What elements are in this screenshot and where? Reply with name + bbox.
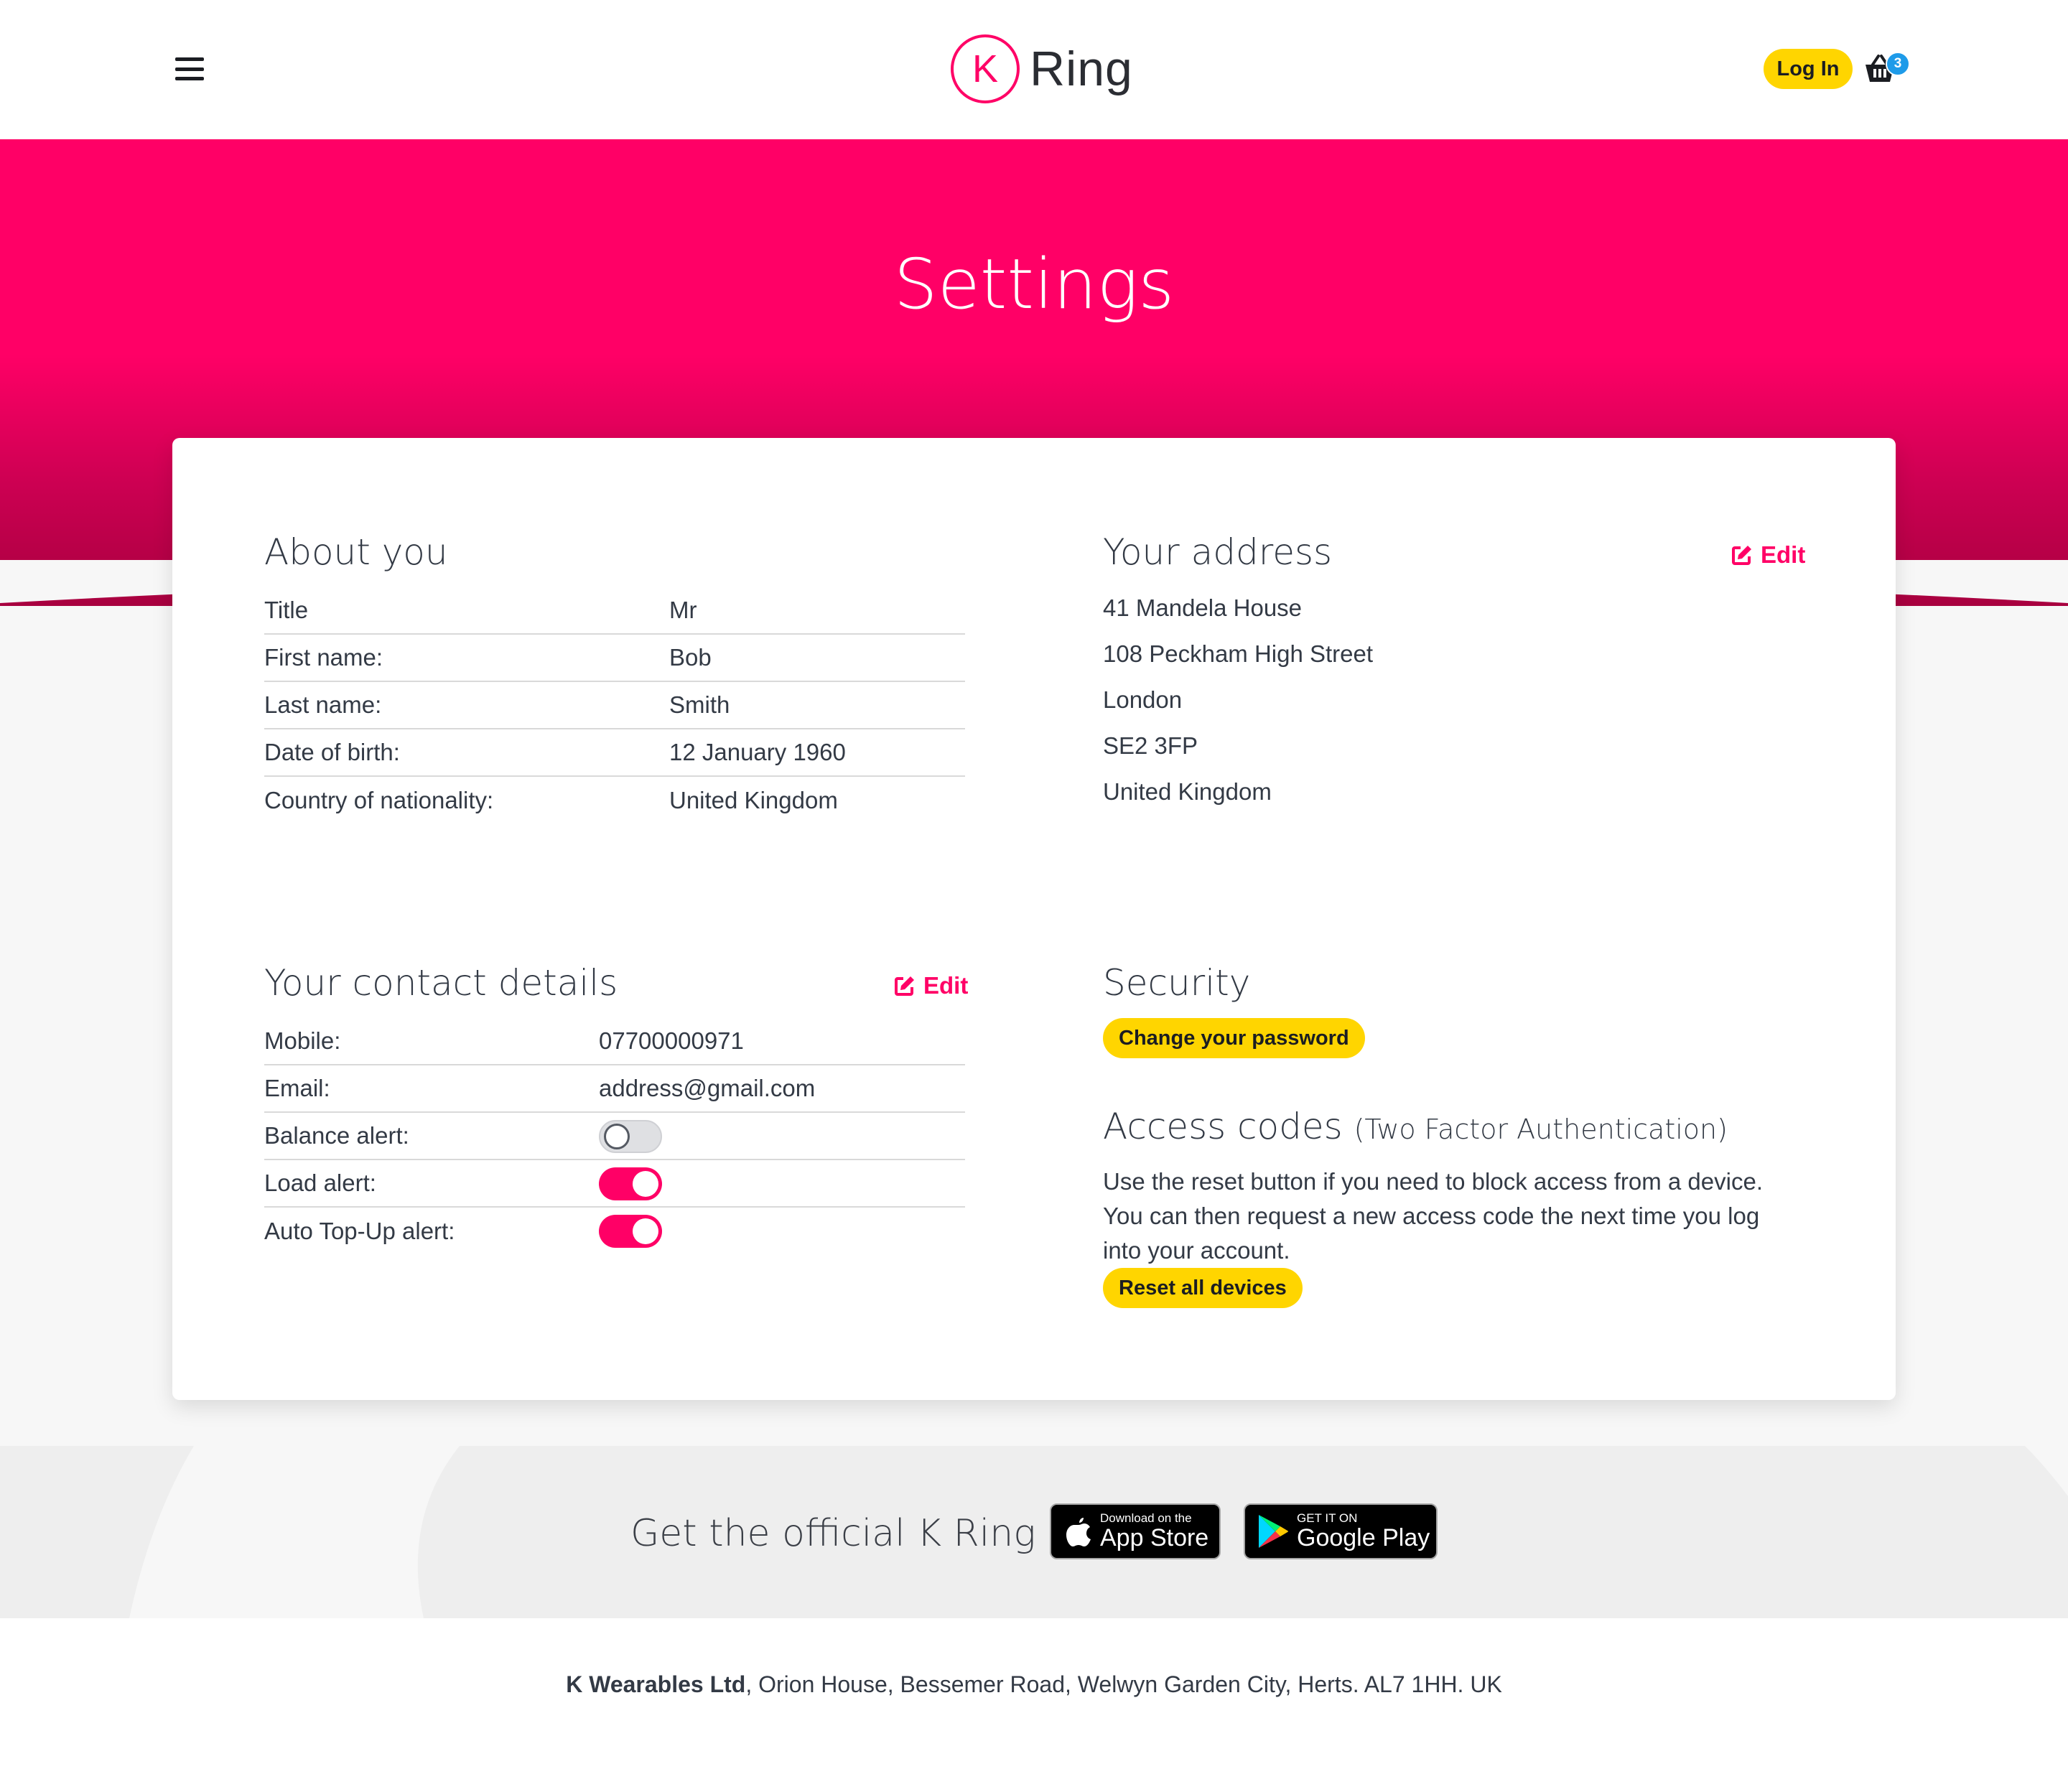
google-play-big-text: Google Play: [1297, 1524, 1430, 1551]
address-edit-link[interactable]: Edit: [1731, 541, 1805, 569]
row-value: Smith: [669, 691, 730, 718]
google-play-badge[interactable]: GET IT ON Google Play: [1244, 1503, 1438, 1559]
row-label: Email:: [264, 1075, 330, 1101]
table-row: Balance alert:: [264, 1113, 965, 1160]
hamburger-menu-icon[interactable]: [175, 57, 204, 80]
row-label: First name:: [264, 644, 383, 671]
google-play-small-text: GET IT ON: [1297, 1511, 1358, 1525]
address-line: 41 Mandela House: [1103, 594, 1303, 621]
contact-details-heading: Your contact details: [264, 962, 618, 1004]
access-codes-subtitle: (Two Factor Authentication): [1354, 1114, 1728, 1145]
app-store-small-text: Download on the: [1100, 1511, 1192, 1525]
app-store-big-text: App Store: [1100, 1524, 1209, 1551]
your-address-heading: Your address: [1103, 531, 1333, 573]
mobile-value: 07700000971: [599, 1027, 744, 1054]
table-row: Email: address@gmail.com: [264, 1065, 965, 1113]
access-codes-heading: Access codes (Two Factor Authentication): [1103, 1106, 1728, 1147]
site-footer: K Wearables Ltd, Orion House, Bessemer R…: [0, 1618, 2068, 1792]
row-label: Balance alert:: [264, 1122, 409, 1149]
row-value: 12 January 1960: [669, 739, 846, 765]
table-row: Load alert:: [264, 1160, 965, 1208]
address-line: London: [1103, 686, 1183, 713]
change-password-button[interactable]: Change your password: [1103, 1018, 1365, 1058]
balance-alert-toggle[interactable]: [599, 1120, 662, 1153]
reset-all-devices-button[interactable]: Reset all devices: [1103, 1268, 1303, 1308]
app-download-bar: Get the official K Ring app Download on …: [0, 1446, 2068, 1618]
access-codes-description: Use the reset button if you need to bloc…: [1103, 1168, 1763, 1264]
contact-details-table: Mobile: 07700000971 Email: address@gmail…: [264, 1018, 965, 1255]
login-button[interactable]: Log In: [1764, 49, 1853, 89]
footer-company-address: , Orion House, Bessemer Road, Welwyn Gar…: [745, 1671, 1502, 1697]
email-value: address@gmail.com: [599, 1075, 816, 1101]
contact-edit-link[interactable]: Edit: [893, 972, 968, 999]
row-label: Title: [264, 597, 309, 623]
row-value: United Kingdom: [669, 787, 838, 813]
logo-text: Ring: [1030, 42, 1133, 96]
row-label: Auto Top-Up alert:: [264, 1218, 455, 1244]
about-you-table: Title Mr First name: Bob Last name: Smit…: [264, 587, 965, 824]
footer-address: K Wearables Ltd, Orion House, Bessemer R…: [0, 1671, 2068, 1698]
row-label: Last name:: [264, 691, 382, 718]
row-value: Mr: [669, 597, 697, 623]
table-row: Title Mr: [264, 587, 965, 635]
app-store-badge[interactable]: Download on the App Store: [1050, 1503, 1221, 1559]
row-label: Country of nationality:: [264, 787, 494, 813]
auto-top-up-alert-toggle[interactable]: [599, 1215, 662, 1248]
table-row: Country of nationality: United Kingdom: [264, 777, 965, 824]
cart-count-badge: 3: [1886, 52, 1910, 76]
edit-icon: [1732, 546, 1751, 565]
load-alert-toggle[interactable]: [599, 1167, 662, 1200]
address-line: SE2 3FP: [1103, 732, 1198, 759]
settings-card: About you Title Mr First name: Bob Last …: [172, 438, 1896, 1400]
table-row: Last name: Smith: [264, 682, 965, 729]
table-row: Auto Top-Up alert:: [264, 1208, 965, 1255]
app-promo-text: Get the official K Ring app: [630, 1512, 1118, 1555]
row-label: Load alert:: [264, 1170, 376, 1196]
logo-ring-icon: K: [951, 34, 1020, 103]
row-value: Bob: [669, 644, 712, 671]
apple-icon: [1066, 1518, 1091, 1546]
address-line: 108 Peckham High Street: [1103, 640, 1374, 667]
edit-icon: [895, 976, 914, 996]
table-row: Mobile: 07700000971: [264, 1018, 965, 1065]
edit-label: Edit: [1761, 541, 1806, 568]
edit-label: Edit: [923, 972, 969, 999]
table-row: First name: Bob: [264, 635, 965, 682]
row-label: Mobile:: [264, 1027, 341, 1054]
access-codes-title: Access codes: [1103, 1106, 1343, 1147]
row-label: Date of birth:: [264, 739, 400, 765]
google-play-icon: [1259, 1515, 1288, 1548]
table-row: Date of birth: 12 January 1960: [264, 729, 965, 777]
address-line: United Kingdom: [1103, 778, 1272, 805]
site-header: K Ring Log In 3: [0, 0, 2068, 139]
footer-company-name: K Wearables Ltd: [566, 1671, 746, 1697]
about-you-heading: About you: [264, 531, 448, 573]
page-title: Settings: [893, 244, 1175, 325]
security-heading: Security: [1103, 962, 1251, 1004]
k-ring-logo[interactable]: K Ring: [951, 32, 1133, 106]
